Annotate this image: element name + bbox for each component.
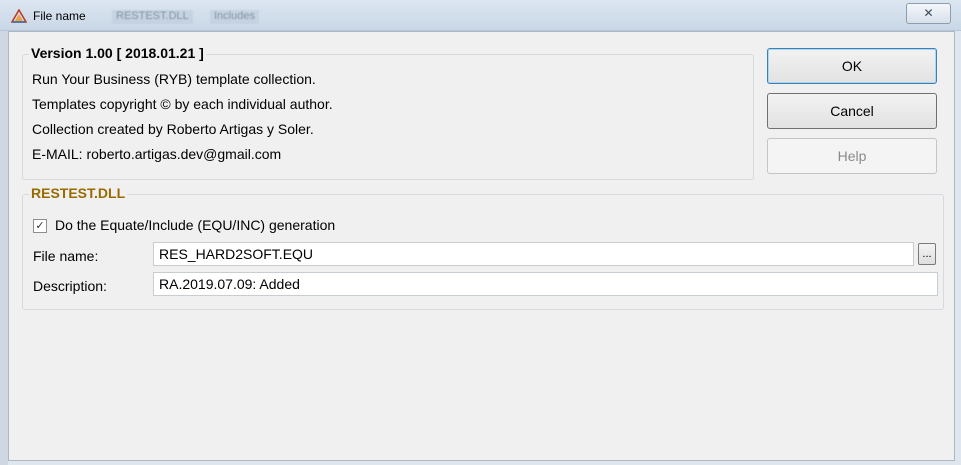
ok-button[interactable]: OK [767, 48, 937, 84]
version-title: Version 1.00 [ 2018.01.21 ] [29, 45, 206, 61]
info-line-email: E-MAIL: roberto.artigas.dev@gmail.com [32, 146, 282, 162]
window-title: File name [33, 9, 86, 23]
info-line-template-collection: Run Your Business (RYB) template collect… [32, 71, 316, 87]
about-group: Version 1.00 [ 2018.01.21 ] Run Your Bus… [22, 45, 754, 180]
file-name-field[interactable] [153, 242, 914, 266]
background-title-2: Includes [210, 10, 259, 24]
background-window-strip [0, 31, 8, 465]
triangle-logo-icon [11, 9, 27, 23]
close-icon: ✕ [923, 6, 934, 20]
cancel-button[interactable]: Cancel [767, 93, 937, 129]
help-button: Help [767, 138, 937, 174]
restest-group: RESTEST.DLL ✓ Do the Equate/Include (EQU… [22, 185, 944, 310]
title-bar[interactable]: File name RESTEST.DLL Includes ✕ [0, 0, 961, 31]
generation-checkbox[interactable]: ✓ [33, 219, 47, 233]
section-title: RESTEST.DLL [29, 185, 128, 201]
browse-button[interactable]: ... [918, 243, 936, 265]
description-field[interactable] [153, 272, 938, 296]
close-button[interactable]: ✕ [906, 3, 951, 24]
file-name-label: File name: [33, 248, 99, 264]
background-title-1: RESTEST.DLL [112, 10, 193, 24]
info-line-author: Collection created by Roberto Artigas y … [32, 121, 314, 137]
description-label: Description: [33, 278, 107, 294]
checkmark-icon: ✓ [35, 220, 45, 232]
generation-checkbox-label[interactable]: Do the Equate/Include (EQU/INC) generati… [55, 217, 335, 233]
info-line-copyright: Templates copyright © by each individual… [32, 96, 333, 112]
dialog-client-area: Version 1.00 [ 2018.01.21 ] Run Your Bus… [8, 31, 955, 461]
